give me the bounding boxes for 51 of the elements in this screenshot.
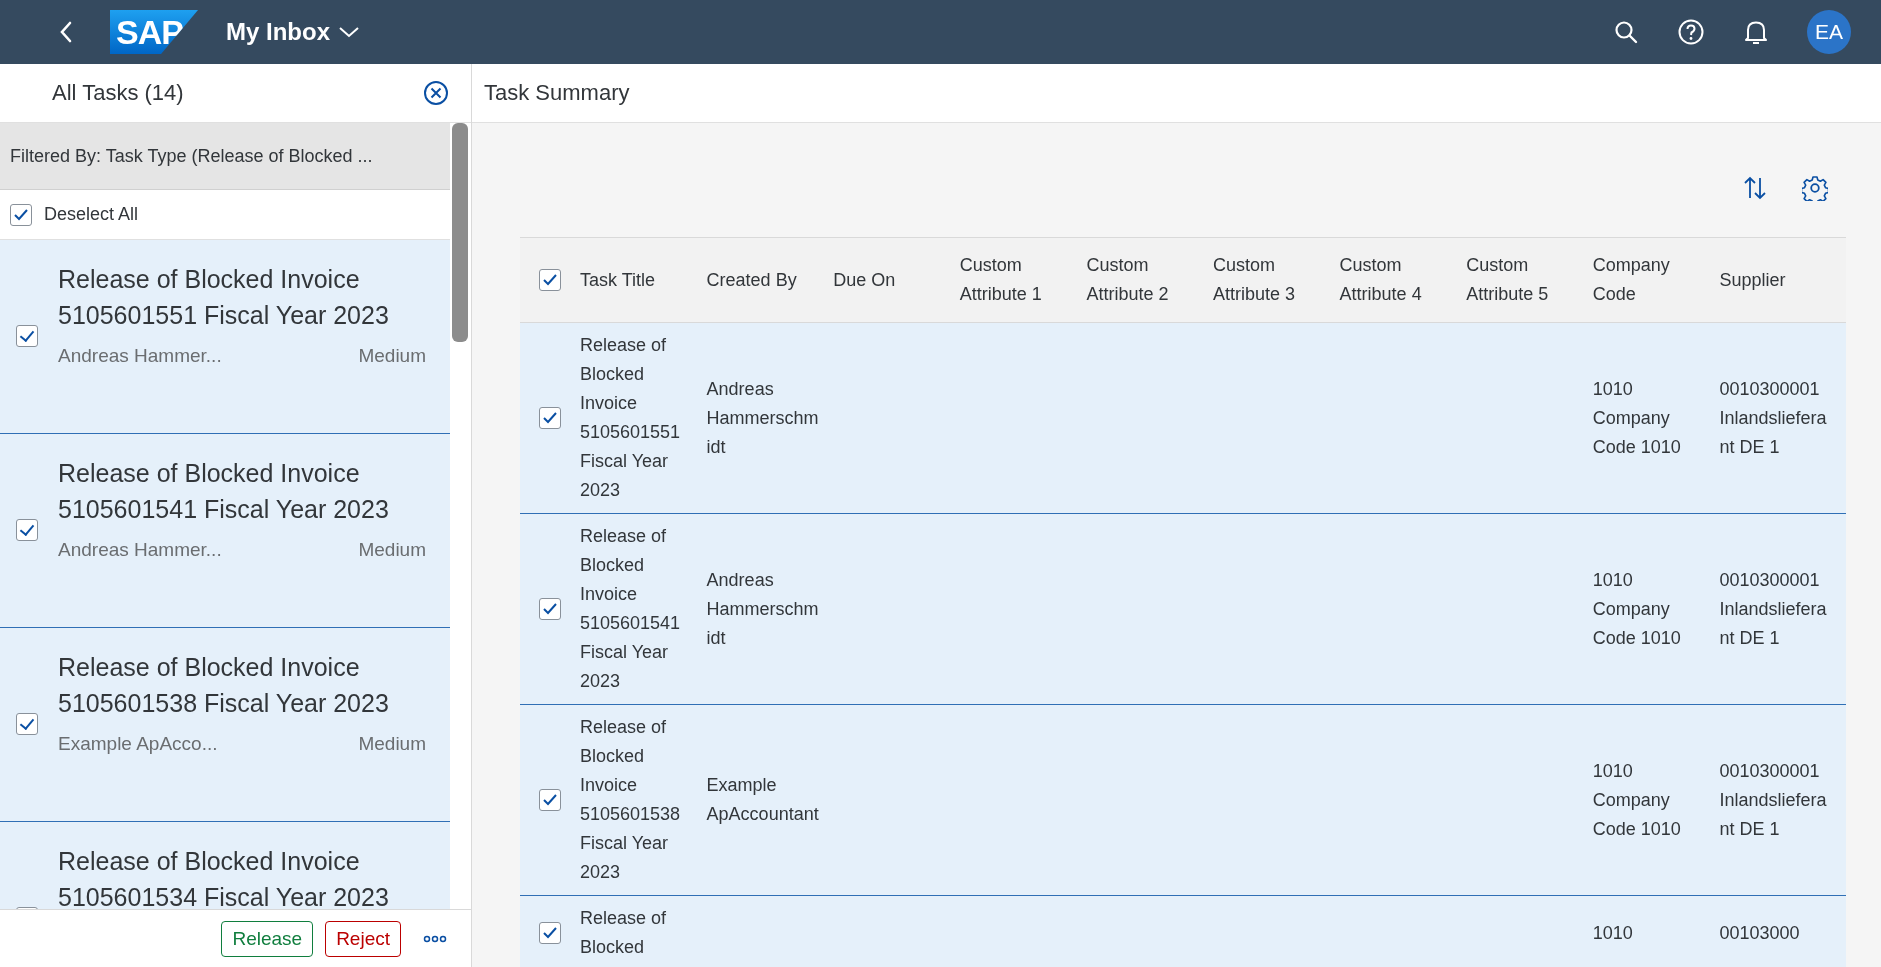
deselect-all-label[interactable]: Deselect All: [44, 204, 139, 225]
table-cell: 00103000: [1719, 922, 1800, 943]
column-header[interactable]: Due On: [833, 265, 946, 295]
table-cell: Example ApAccountant: [706, 775, 819, 824]
task-title: Release of Blocked Invoice 5105601551 Fiscal Year 2023: [58, 264, 390, 331]
table-cell: 1010 Company Code 1010: [1592, 569, 1681, 648]
table-row[interactable]: Release of Blocked Invoice 5105601538 Fiscal Year 2023 Example ApAccountant 1010 Company Code 1010 0010300001 Inlandslieferant DE 1: [520, 705, 1846, 896]
column-header[interactable]: Custom Attribute 2: [1086, 251, 1199, 309]
task-priority: Medium: [358, 539, 426, 561]
table-cell: 1010 Company Code 1010: [1592, 378, 1681, 457]
filter-text: Filtered By: Task Type (Release of Blocked ...: [10, 145, 373, 167]
table-row[interactable]: Release of Blocked Invoice 5105601551 Fiscal Year 2023 Andreas Hammerschmidt 1010 Company Code 1010 0010300001 Inlandslieferant DE 1: [520, 323, 1846, 514]
task-creator: Andreas Hammer...: [58, 345, 222, 367]
table-cell: 0010300001 Inlandslieferant DE 1: [1719, 760, 1827, 839]
app-title-menu[interactable]: My Inbox: [226, 18, 360, 46]
table-cell: 1010: [1592, 922, 1633, 943]
table-cell: Release of Blocked Invoice 5105601551 Fiscal Year 2023: [580, 335, 681, 500]
table-cell: 0010300001 Inlandslieferant DE 1: [1719, 569, 1827, 648]
task-list-item[interactable]: Release of Blocked Invoice 5105601551 Fiscal Year 2023 Andreas Hammer... Medium: [0, 240, 450, 434]
column-header[interactable]: Created By: [706, 265, 820, 295]
reject-button[interactable]: Reject: [325, 920, 401, 957]
table-cell: 0010300001 Inlandslieferant DE 1: [1719, 378, 1827, 457]
table-cell: Release of Blocked Invoice 5105601538 Fiscal Year 2023: [580, 717, 681, 882]
column-header[interactable]: Custom Attribute 5: [1466, 251, 1579, 309]
column-header[interactable]: Task Title: [580, 265, 693, 295]
task-list-item[interactable]: Release of Blocked Invoice 5105601541 Fiscal Year 2023 Andreas Hammer... Medium: [0, 434, 450, 628]
task-priority: Medium: [358, 733, 426, 755]
task-title: Release of Blocked Invoice 5105601538 Fiscal Year 2023: [58, 652, 390, 719]
table-cell: Andreas Hammerschmidt: [706, 569, 819, 648]
list-title: All Tasks (14): [52, 80, 184, 106]
table-cell: 1010 Company Code 1010: [1592, 760, 1681, 839]
table-cell: Release of Blocked Invoice 5105601541 Fiscal Year 2023: [580, 526, 681, 691]
task-creator: Andreas Hammer...: [58, 539, 222, 561]
user-avatar[interactable]: EA: [1807, 10, 1851, 54]
detail-title: Task Summary: [484, 80, 630, 106]
task-title: Release of Blocked Invoice 5105601541 Fiscal Year 2023: [58, 458, 390, 525]
task-creator: Example ApAcco...: [58, 733, 218, 755]
table-row[interactable]: Release of Blocked Invoice 5105601541 Fiscal Year 2023 Andreas Hammerschmidt 1010 Company Code 1010 0010300001 Inlandslieferant DE 1: [520, 514, 1846, 705]
column-header[interactable]: Custom Attribute 1: [959, 251, 1073, 309]
column-header[interactable]: Supplier: [1719, 265, 1832, 295]
task-list-item[interactable]: Release of Blocked Invoice 5105601538 Fiscal Year 2023 Example ApAcco... Medium: [0, 628, 450, 822]
table-row[interactable]: Release of Blocked 1010 00103000: [520, 896, 1846, 967]
task-title: Release of Blocked Invoice 5105601534 Fiscal Year 2023: [58, 846, 390, 909]
task-priority: Medium: [358, 345, 426, 367]
column-header[interactable]: Custom Attribute 3: [1213, 251, 1326, 309]
release-button[interactable]: Release: [221, 920, 314, 957]
column-header[interactable]: Custom Attribute 4: [1339, 251, 1453, 309]
table-cell: Andreas Hammerschmidt: [706, 378, 819, 457]
table-cell: Release of Blocked: [580, 908, 667, 957]
logo[interactable]: SAP: [110, 10, 198, 54]
column-header[interactable]: Company Code: [1592, 251, 1706, 309]
